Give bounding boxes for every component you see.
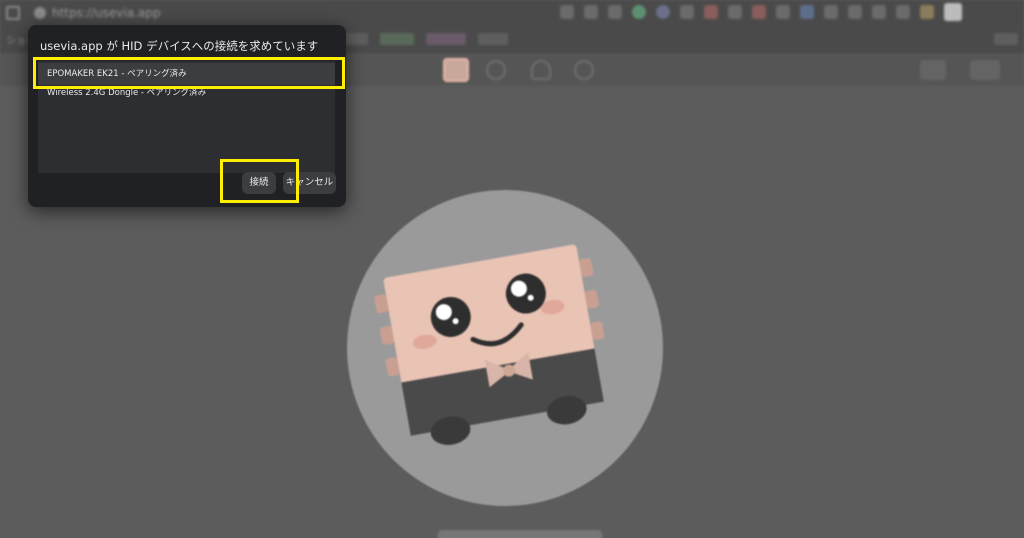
extension-icon[interactable] [656, 5, 670, 19]
bottom-panel-tab[interactable] [438, 530, 602, 538]
address-bar[interactable]: https://usevia.app [0, 0, 1024, 26]
folder-icon[interactable] [994, 33, 1018, 45]
dialog-title: usevia.app が HID デバイスへの接続を求めています [40, 39, 319, 53]
extension-icon[interactable] [728, 5, 742, 19]
extension-icon[interactable] [680, 5, 694, 19]
translate-icon[interactable] [560, 5, 574, 19]
share-icon[interactable] [584, 5, 598, 19]
connect-button[interactable]: 接続 [242, 172, 276, 194]
extension-icons [560, 3, 962, 21]
device-list: EPOMAKER EK21 - ペアリング済み Wireless 2.4G Do… [38, 61, 335, 173]
bookmark-item[interactable] [380, 33, 414, 45]
home-icon[interactable] [6, 6, 20, 20]
keyboard-icon[interactable] [443, 58, 469, 82]
extension-icon[interactable] [800, 5, 814, 19]
extension-icon[interactable] [872, 5, 886, 19]
extension-icon[interactable] [920, 5, 934, 19]
star-icon[interactable] [608, 5, 622, 19]
extension-icon[interactable] [704, 5, 718, 19]
app-page: https://usevia.app usevia.app が HID デバイス… [0, 0, 1024, 538]
toolbar-right-icon[interactable] [970, 60, 1000, 80]
extension-icon[interactable] [632, 5, 646, 19]
toolbar-right-icon[interactable] [920, 60, 946, 80]
bookmark-item[interactable] [426, 33, 466, 45]
avatar[interactable] [944, 3, 962, 21]
extension-icon[interactable] [896, 5, 910, 19]
extension-icon[interactable] [752, 5, 766, 19]
site-info-icon[interactable] [34, 7, 46, 19]
url-text[interactable]: https://usevia.app [52, 6, 160, 20]
extension-icon[interactable] [848, 5, 862, 19]
bookmark-item[interactable] [478, 33, 508, 45]
bulb-icon[interactable] [531, 60, 551, 80]
settings-icon[interactable] [574, 60, 594, 80]
via-mascot-illustration [347, 190, 663, 506]
device-item-wireless-dongle[interactable]: Wireless 2.4G Dongle - ペアリング済み [38, 82, 335, 104]
mouse-icon[interactable] [486, 60, 506, 80]
cancel-button[interactable]: キャンセル [283, 172, 336, 194]
extension-icon[interactable] [776, 5, 790, 19]
extension-icon[interactable] [824, 5, 838, 19]
hid-permission-dialog: usevia.app が HID デバイスへの接続を求めています EPOMAKE… [28, 25, 346, 207]
